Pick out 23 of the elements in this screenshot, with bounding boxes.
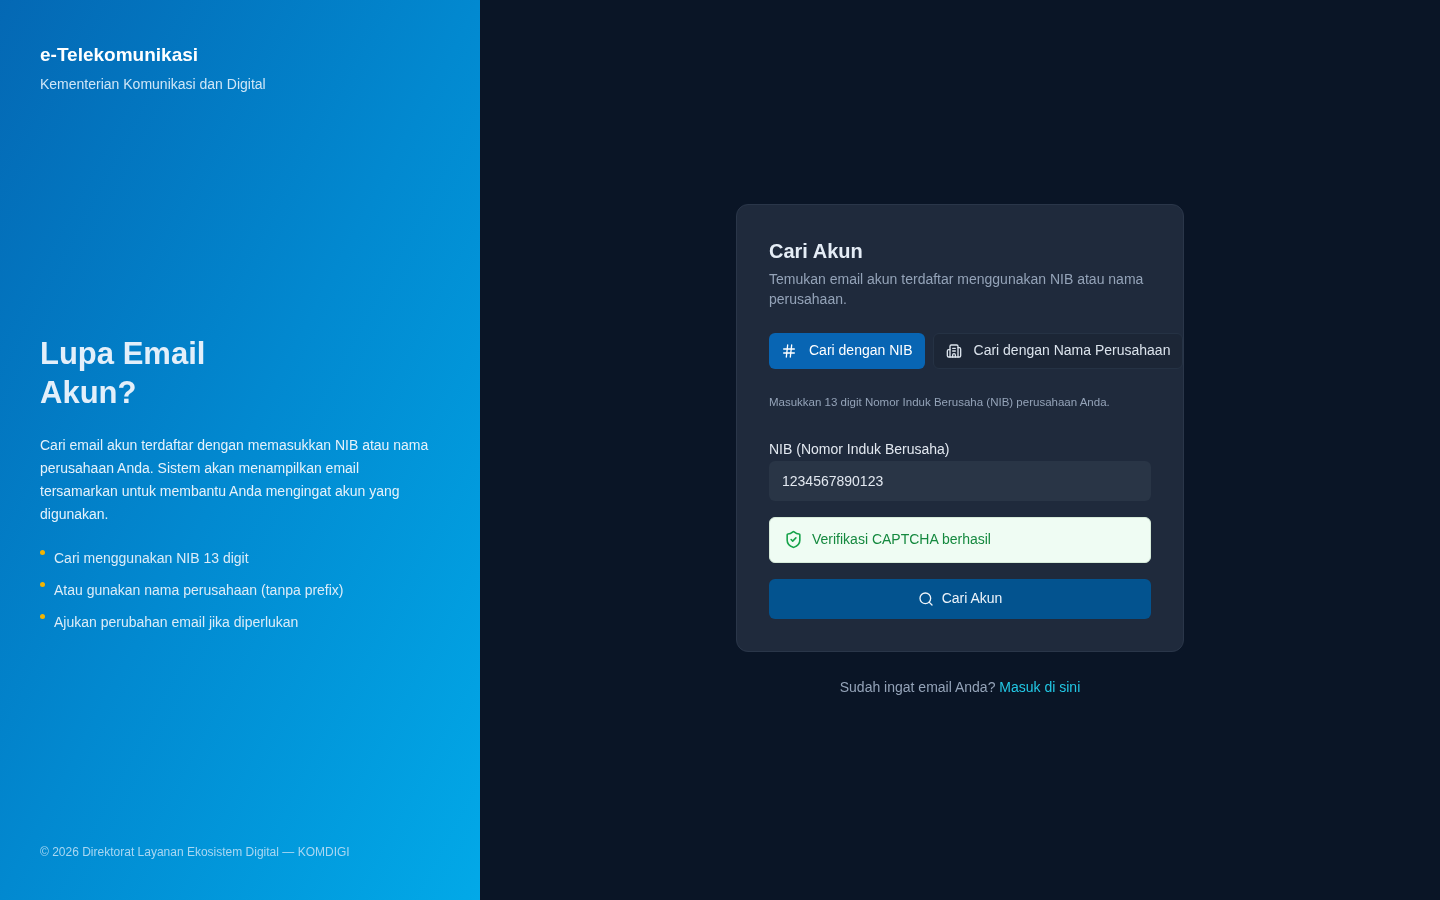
app-title: e-Telekomunikasi [40,43,200,67]
captcha-text: Verifikasi CAPTCHA berhasil [812,530,991,549]
footer-copyright: © 2026 Direktorat Layanan Ekosistem Digital — KOMDIGI [40,844,351,860]
card-title: Cari Akun [769,238,864,263]
hero-heading: Lupa Email Akun? [40,335,207,412]
app-subtitle: Kementerian Komunikasi dan Digital [40,75,267,94]
search-tab[interactable]: Cari dengan Nama Perusahaan [932,332,1184,369]
login-link[interactable]: Masuk di sini [999,678,1081,695]
feature-text: Cari menggunakan NIB 13 digit [54,549,249,568]
search-tab[interactable]: Cari dengan NIB [769,332,925,369]
field-label: NIB (Nomor Induk Berusaha) [769,439,951,459]
feature-text: Ajukan perubahan email jika diperlukan [54,613,299,632]
feature-text: Atau gunakan nama perusahaan (tanpa prefix) [54,581,344,600]
search-icon [917,590,934,607]
search-button[interactable]: Cari Akun [769,578,1151,619]
card-description: Temukan email akun terdaftar menggunakan NIB atau nama perusahaan. [769,269,1145,309]
field-hint: Masukkan 13 digit Nomor Induk Berusaha (NIB) perusahaan Anda. [769,394,1111,410]
nib-input-field[interactable]: 1234567890123 [769,460,1151,501]
building-icon [945,342,962,359]
hash-icon [781,342,797,359]
login-prompt: Sudah ingat email Anda? Masuk di sini [839,677,1081,697]
hero-description: Cari email akun terdaftar dengan memasukkan NIB atau nama perusahaan Anda. Sistem akan menampilkan email tersamarkan untuk membantu Anda mengingat akun yang digunakan. [40,436,430,524]
shield-check-icon [784,530,803,549]
